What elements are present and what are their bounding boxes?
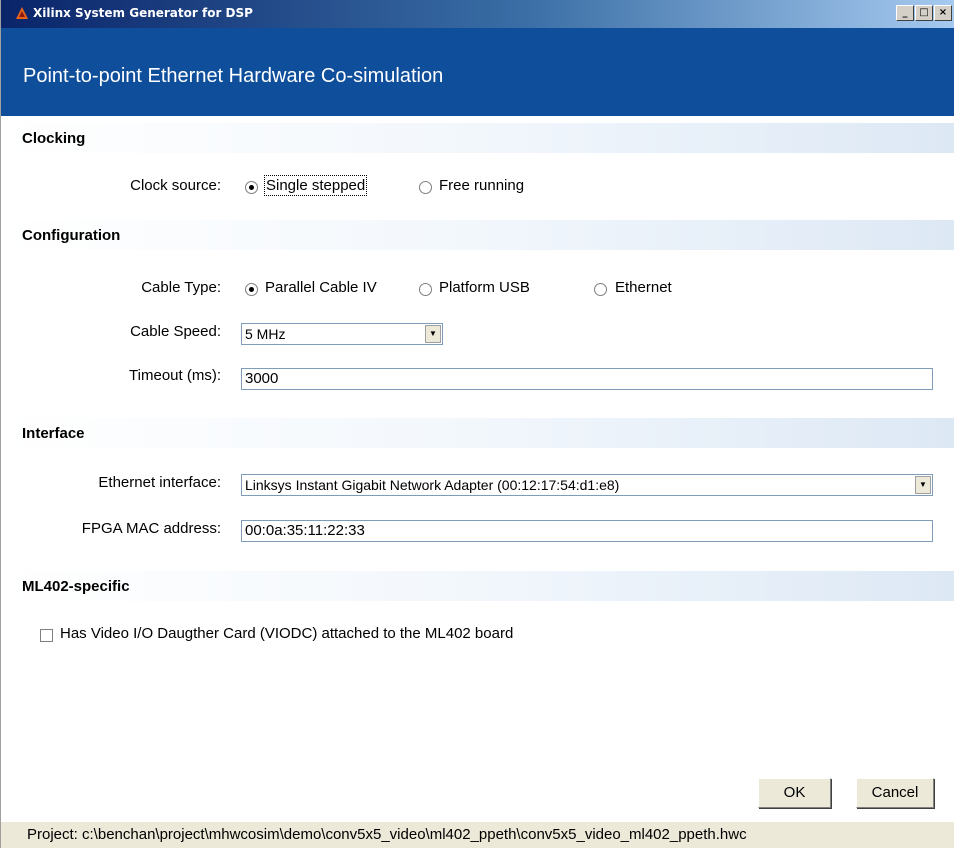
ok-button[interactable]: OK <box>758 778 831 808</box>
timeout-input[interactable]: 3000 <box>241 368 933 390</box>
close-button[interactable]: × <box>934 5 952 21</box>
maximize-button[interactable]: □ <box>915 5 933 21</box>
section-ml402: ML402-specific <box>1 571 954 601</box>
ethernet-interface-label: Ethernet interface: <box>98 474 221 491</box>
radio-ethernet-label[interactable]: Ethernet <box>615 279 672 296</box>
status-bar: Project: c:\benchan\project\mhwcosim\dem… <box>1 822 954 848</box>
section-clocking: Clocking <box>1 123 954 153</box>
cancel-button[interactable]: Cancel <box>856 778 934 808</box>
fpga-mac-label: FPGA MAC address: <box>81 520 221 537</box>
title-bar[interactable]: Xilinx System Generator for DSP _ □ × <box>1 0 954 28</box>
section-configuration: Configuration <box>1 220 954 250</box>
chevron-down-icon[interactable]: ▼ <box>425 325 441 343</box>
clock-source-label: Clock source: <box>130 177 221 194</box>
ethernet-interface-value: Linksys Instant Gigabit Network Adapter … <box>245 477 620 493</box>
section-interface: Interface <box>1 418 954 448</box>
dialog-heading: Point-to-point Ethernet Hardware Co-simu… <box>23 65 444 87</box>
section-title-interface: Interface <box>22 425 85 442</box>
fpga-mac-input[interactable]: 00:0a:35:11:22:33 <box>241 520 933 542</box>
cable-speed-label: Cable Speed: <box>130 323 221 340</box>
radio-free-running-label[interactable]: Free running <box>439 177 524 194</box>
section-title-configuration: Configuration <box>22 227 121 244</box>
radio-single-stepped-label[interactable]: Single stepped <box>263 175 368 196</box>
ethernet-interface-dropdown[interactable]: Linksys Instant Gigabit Network Adapter … <box>241 474 933 496</box>
cable-speed-dropdown[interactable]: 5 MHz ▼ <box>241 323 443 345</box>
section-title-clocking: Clocking <box>22 130 86 147</box>
radio-ethernet[interactable] <box>594 283 607 296</box>
dialog-header: Point-to-point Ethernet Hardware Co-simu… <box>1 28 954 116</box>
dialog-content: Clocking Clock source: Single stepped Fr… <box>1 116 954 848</box>
radio-single-stepped[interactable] <box>245 181 258 194</box>
radio-platform-usb-label[interactable]: Platform USB <box>439 279 530 296</box>
timeout-label: Timeout (ms): <box>129 367 221 384</box>
dialog-window: Xilinx System Generator for DSP _ □ × Po… <box>0 0 954 848</box>
chevron-down-icon[interactable]: ▼ <box>915 476 931 494</box>
section-title-ml402: ML402-specific <box>22 578 130 595</box>
radio-free-running[interactable] <box>419 181 432 194</box>
cable-type-label: Cable Type: <box>141 279 221 296</box>
minimize-button[interactable]: _ <box>896 5 914 21</box>
viodc-checkbox-label[interactable]: Has Video I/O Daugther Card (VIODC) atta… <box>60 625 513 642</box>
radio-parallel-cable-iv-label[interactable]: Parallel Cable IV <box>265 279 377 296</box>
cable-speed-value: 5 MHz <box>245 326 286 342</box>
radio-platform-usb[interactable] <box>419 283 432 296</box>
window-title: Xilinx System Generator for DSP <box>33 6 253 20</box>
project-path: Project: c:\benchan\project\mhwcosim\dem… <box>27 826 747 843</box>
xilinx-logo-icon <box>16 7 28 19</box>
viodc-checkbox[interactable] <box>40 629 53 642</box>
radio-parallel-cable-iv[interactable] <box>245 283 258 296</box>
